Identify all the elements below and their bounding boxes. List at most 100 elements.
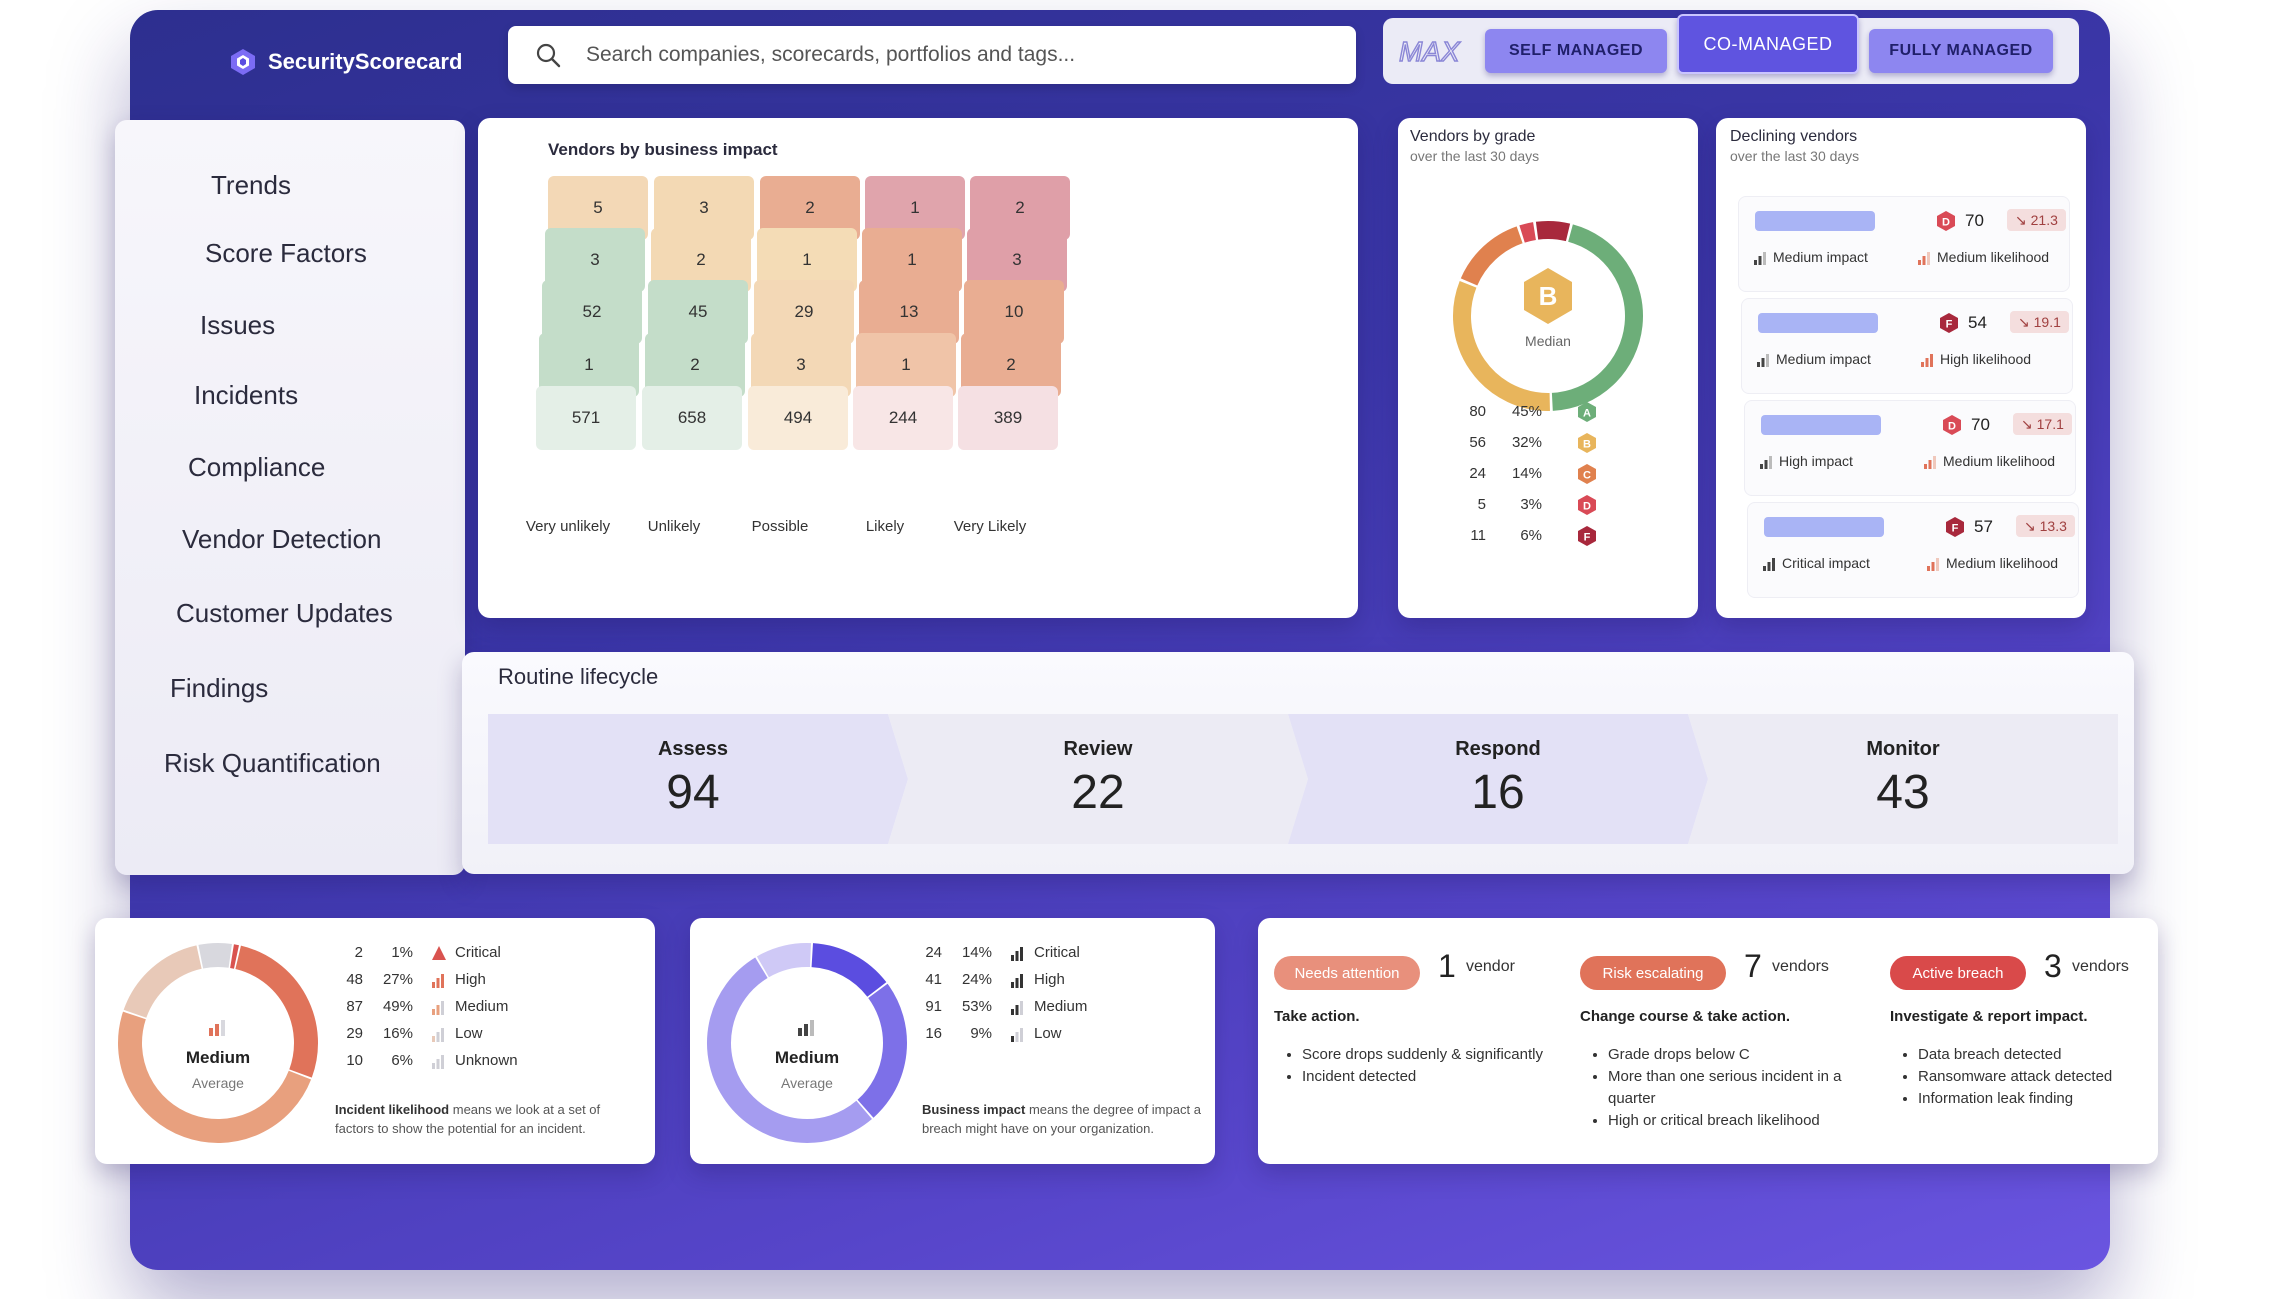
vendor-name-redacted (1758, 313, 1878, 333)
vendor-score-change: ↘ 19.1 (2010, 311, 2069, 333)
vendor-name-redacted (1764, 517, 1884, 537)
vendors-by-grade-title: Vendors by grade (1410, 128, 1536, 145)
signal-bars-icon (1011, 974, 1023, 988)
grade-percent: 14% (1511, 465, 1542, 482)
lifecycle-stage-respond[interactable]: Respond 16 (1298, 714, 1698, 844)
declining-vendor-item[interactable]: D 70 ↘ 17.1 High impact Medium likelihood (1744, 400, 2076, 496)
legend-row[interactable]: 87 49% Medium (335, 998, 535, 1020)
signal-bars-icon (1918, 252, 1930, 266)
legend-row[interactable]: 24 14% Critical (914, 944, 1114, 966)
grade-donut-segment[interactable] (1460, 226, 1523, 286)
vendor-impact: Critical impact (1762, 555, 1870, 572)
vendor-impact-text: Medium impact (1776, 351, 1871, 367)
sidebar-item-trends[interactable]: Trends (211, 170, 291, 201)
max-logo: MAX (1398, 35, 1461, 67)
sidebar-item-score-factors[interactable]: Score Factors (205, 238, 367, 269)
lifecycle-stage-assess[interactable]: Assess 94 (488, 714, 898, 844)
legend-label: High (455, 971, 486, 988)
declining-vendors-title: Declining vendors (1730, 128, 1858, 145)
donut-segment[interactable] (756, 943, 811, 978)
impact-cell[interactable]: 494 (748, 386, 848, 450)
sidebar-item-incidents[interactable]: Incidents (194, 380, 298, 411)
business-impact-title: Vendors by business impact (548, 140, 778, 159)
sidebar-item-issues[interactable]: Issues (200, 310, 275, 341)
grade-donut-segment[interactable] (1535, 221, 1571, 242)
donut-segment[interactable] (857, 983, 907, 1118)
legend-row[interactable]: 2 1% Critical (335, 944, 535, 966)
routine-lifecycle-title: Routine lifecycle (498, 664, 659, 689)
legend-percent: 24% (961, 971, 992, 988)
search-input[interactable] (584, 42, 1308, 68)
dashboard-stage: SecurityScorecard MAX SELF MANAGED CO-MA… (0, 0, 2272, 1299)
vendor-status-group[interactable]: Needs attention 1 vendor Take action. Score … (1274, 918, 1564, 1164)
grade-row[interactable]: 56 32% B (1398, 433, 1698, 460)
lifecycle-stage-review[interactable]: Review 22 (898, 714, 1298, 844)
legend-row[interactable]: 91 53% Medium (914, 998, 1114, 1020)
status-pill[interactable]: Active breach (1890, 956, 2026, 990)
declining-vendor-item[interactable]: F 54 ↘ 19.1 Medium impact High likelihood (1741, 298, 2073, 394)
status-vendor-count: 1 (1438, 948, 1456, 984)
grade-row[interactable]: 5 3% D (1398, 495, 1698, 522)
status-vendor-unit: vendors (2072, 958, 2129, 975)
vendor-likelihood-text: High likelihood (1940, 351, 2032, 367)
warning-triangle-icon (432, 946, 446, 960)
legend-count: 41 (925, 971, 942, 988)
legend-row[interactable]: 29 16% Low (335, 1025, 535, 1047)
signal-bars-icon (432, 1028, 444, 1042)
incident-likelihood-center-sub: Average (192, 1075, 244, 1091)
vendor-score-change: ↘ 17.1 (2013, 413, 2072, 435)
fully-managed-button[interactable]: FULLY MANAGED (1869, 29, 2053, 73)
grade-donut-segment[interactable] (1519, 222, 1537, 243)
status-bullets: Score drops suddenly & significantlyInci… (1284, 1044, 1562, 1088)
grade-row[interactable]: 24 14% C (1398, 464, 1698, 491)
legend-count: 10 (346, 1052, 363, 1069)
declining-vendor-item[interactable]: F 57 ↘ 13.3 Critical impact Medium likelihoo… (1747, 502, 2079, 598)
grade-count: 56 (1469, 434, 1486, 451)
status-bullet: Ransomware attack detected (1918, 1066, 2178, 1088)
sidebar-item-findings[interactable]: Findings (170, 673, 268, 704)
sidebar-item-vendor-detection[interactable]: Vendor Detection (182, 524, 381, 555)
sidebar-item-risk-quantification[interactable]: Risk Quantification (164, 748, 381, 779)
impact-cell[interactable]: 571 (536, 386, 636, 450)
vendor-status-group[interactable]: Active breach 3 vendors Investigate & repor… (1890, 918, 2180, 1164)
status-pill[interactable]: Risk escalating (1580, 956, 1726, 990)
self-managed-button[interactable]: SELF MANAGED (1485, 29, 1667, 73)
grade-count: 5 (1477, 496, 1486, 513)
legend-label: Critical (1034, 944, 1080, 961)
donut-segment[interactable] (123, 945, 203, 1019)
declining-vendor-item[interactable]: D 70 ↘ 21.3 Medium impact Medium likelihood (1738, 196, 2070, 292)
donut-segment[interactable] (198, 943, 232, 969)
lifecycle-stage-monitor[interactable]: Monitor 43 (1698, 714, 2108, 844)
legend-row[interactable]: 48 27% High (335, 971, 535, 993)
vendor-likelihood: Medium likelihood (1923, 453, 2055, 470)
legend-row[interactable]: 10 6% Unknown (335, 1052, 535, 1074)
vendor-grade-letter: D (1948, 421, 1956, 433)
legend-percent: 27% (382, 971, 413, 988)
legend-label: High (1034, 971, 1065, 988)
vendor-score-change: ↘ 13.3 (2016, 515, 2075, 537)
donut-segment[interactable] (811, 943, 887, 998)
sidebar-item-compliance[interactable]: Compliance (188, 452, 325, 483)
signal-bars-icon (1011, 1028, 1023, 1042)
impact-cell[interactable]: 658 (642, 386, 742, 450)
search-bar[interactable] (508, 26, 1356, 84)
legend-percent: 6% (391, 1052, 413, 1069)
grade-row[interactable]: 80 45% A (1398, 402, 1698, 429)
impact-cell[interactable]: 389 (958, 386, 1058, 450)
sidebar-item-customer-updates[interactable]: Customer Updates (176, 598, 393, 629)
business-impact-card: Vendors by business impact 5 3 2 1 2 3 2 1 1 3 52 4… (478, 118, 1358, 618)
vendor-grade-hex-icon: F (1946, 517, 1964, 537)
vendor-status-group[interactable]: Risk escalating 7 vendors Change course & t… (1580, 918, 1870, 1164)
impact-cell[interactable]: 244 (853, 386, 953, 450)
vendor-impact: High impact (1759, 453, 1853, 470)
legend-row[interactable]: 41 24% High (914, 971, 1114, 993)
co-managed-button[interactable]: CO-MANAGED (1677, 14, 1859, 74)
app-logo[interactable]: SecurityScorecard (228, 42, 462, 82)
grade-donut-segment[interactable] (1551, 224, 1643, 411)
signal-bars-icon (1921, 354, 1933, 368)
donut-segment[interactable] (118, 1011, 312, 1143)
status-pill[interactable]: Needs attention (1274, 956, 1420, 990)
legend-row[interactable]: 16 9% Low (914, 1025, 1114, 1047)
donut-segment[interactable] (230, 944, 239, 969)
grade-row[interactable]: 11 6% F (1398, 526, 1698, 553)
